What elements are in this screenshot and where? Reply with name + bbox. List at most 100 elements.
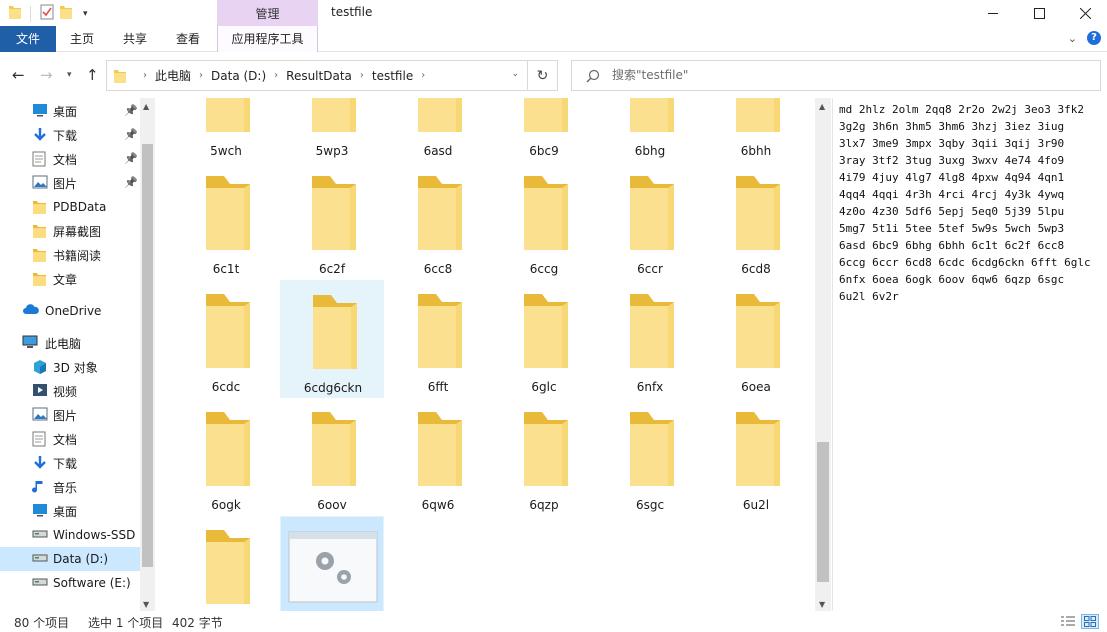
breadcrumb-resultdata[interactable]: ResultData [286, 69, 352, 83]
scrollbar-thumb[interactable] [142, 144, 153, 567]
tab-view[interactable]: 查看 [166, 26, 210, 52]
folder-icon [628, 408, 676, 491]
chevron-right-icon[interactable]: › [360, 70, 364, 81]
folder-icon [204, 526, 252, 609]
folder-item[interactable]: 6qw6 [386, 398, 490, 516]
content-scrollbar[interactable]: ▲ ▼ [815, 98, 831, 611]
folder-item[interactable]: 6c2f [280, 162, 384, 280]
sidebar-item-this-pc-child[interactable]: 音乐 [0, 475, 140, 499]
sidebar-item-this-pc-child[interactable]: Windows-SSD [0, 523, 140, 547]
sidebar-item-this-pc-child[interactable]: 视频 [0, 379, 140, 403]
refresh-button[interactable]: ↻ [528, 60, 558, 91]
folder-icon [113, 68, 127, 87]
forward-button[interactable]: → [40, 66, 53, 84]
tab-app-tools[interactable]: 应用程序工具 [217, 26, 318, 52]
back-button[interactable]: ← [12, 66, 25, 84]
scrollbar-thumb[interactable] [817, 442, 829, 582]
address-history-dropdown[interactable]: ⌄ [511, 69, 519, 79]
tab-home[interactable]: 主页 [60, 26, 104, 52]
scroll-up-icon[interactable]: ▲ [819, 102, 825, 111]
sidebar-item-this-pc-child[interactable]: Software (E:) [0, 571, 140, 595]
help-icon[interactable]: ? [1087, 31, 1101, 45]
folder-item[interactable]: 6glc [492, 280, 596, 398]
close-button[interactable] [1062, 0, 1107, 26]
folder-item[interactable]: 5wch [174, 98, 278, 162]
pin-icon[interactable]: 📌 [124, 152, 138, 165]
sidebar-item-quick-access[interactable]: PDBData [0, 195, 140, 219]
folder-item[interactable]: 6c1t [174, 162, 278, 280]
sidebar-item-this-pc-child[interactable]: 桌面 [0, 499, 140, 523]
nav-item-label: 屏幕截图 [53, 224, 102, 239]
tab-file[interactable]: 文件 [0, 26, 56, 52]
folder-item[interactable]: 6oov [280, 398, 384, 516]
sidebar-item-quick-access[interactable]: 屏幕截图 [0, 219, 140, 243]
folder-item[interactable]: 6oea [704, 280, 808, 398]
folder-item[interactable]: 6ogk [174, 398, 278, 516]
folder-icon [204, 408, 252, 491]
minimize-button[interactable] [970, 0, 1016, 26]
folder-item[interactable]: 6cc8 [386, 162, 490, 280]
folder-item[interactable] [174, 516, 278, 611]
sidebar-item-quick-access[interactable]: 文章 [0, 267, 140, 291]
pin-icon[interactable]: 📌 [124, 176, 138, 189]
scroll-down-icon[interactable]: ▼ [819, 600, 825, 609]
sidebar-item-quick-access[interactable]: 下载 📌 [0, 123, 140, 147]
drive-icon [32, 575, 48, 591]
nav-item-label: PDBData [53, 200, 107, 214]
scroll-up-icon[interactable]: ▲ [143, 102, 149, 111]
folder-item[interactable]: 6bhg [598, 98, 702, 162]
details-view-button[interactable] [1059, 614, 1077, 629]
breadcrumb-data-drive[interactable]: Data (D:) [211, 69, 266, 83]
scroll-down-icon[interactable]: ▼ [143, 600, 149, 609]
pin-icon[interactable]: 📌 [124, 128, 138, 141]
customize-toolbar-icon[interactable]: ▾ [83, 9, 88, 19]
chevron-right-icon[interactable]: › [274, 70, 278, 81]
recent-locations-icon[interactable]: ▾ [67, 70, 72, 80]
sidebar-item-quick-access[interactable]: 桌面 📌 [0, 99, 140, 123]
large-icons-view-button[interactable] [1081, 614, 1099, 629]
sidebar-item-this-pc-child[interactable]: 图片 [0, 403, 140, 427]
sidebar-item-quick-access[interactable]: 书籍阅读 [0, 243, 140, 267]
folder-item[interactable]: 6cdg6ckn [280, 280, 384, 398]
pin-icon[interactable]: 📌 [124, 104, 138, 117]
folder-item[interactable]: 6bhh [704, 98, 808, 162]
sidebar-item-this-pc-child[interactable]: 3D 对象 [0, 355, 140, 379]
folder-item[interactable]: 6fft [386, 280, 490, 398]
search-input[interactable]: 搜索"testfile" [571, 60, 1101, 91]
folder-item[interactable]: 6nfx [598, 280, 702, 398]
sidebar-item-onedrive[interactable]: OneDrive [0, 299, 140, 323]
nav-item-label: Software (E:) [53, 576, 131, 590]
sidebar-item-quick-access[interactable]: 文档 📌 [0, 147, 140, 171]
nav-scrollbar[interactable]: ▲ ▼ [140, 98, 155, 611]
selection-count: 选中 1 个项目 [88, 616, 164, 630]
breadcrumb-this-pc[interactable]: 此电脑 [155, 67, 191, 84]
folder-item[interactable]: 6ccg [492, 162, 596, 280]
chevron-right-icon[interactable]: › [199, 70, 203, 81]
folder-item[interactable]: 6cd8 [704, 162, 808, 280]
tab-share[interactable]: 共享 [113, 26, 157, 52]
sidebar-item-quick-access[interactable]: 图片 📌 [0, 171, 140, 195]
folder-item[interactable]: 6cdc [174, 280, 278, 398]
properties-icon[interactable] [39, 4, 55, 23]
chevron-right-icon[interactable]: › [421, 70, 425, 81]
item-name: 6cc8 [423, 262, 453, 276]
up-button[interactable]: ↑ [86, 66, 99, 84]
sidebar-item-this-pc-child[interactable]: 文档 [0, 427, 140, 451]
folder-item[interactable]: 6qzp [492, 398, 596, 516]
sidebar-item-this-pc-child[interactable]: Data (D:) [0, 547, 140, 571]
maximize-button[interactable] [1016, 0, 1062, 26]
folder-item[interactable]: 6sgc [598, 398, 702, 516]
folder-item[interactable]: 5wp3 [280, 98, 384, 162]
address-bar[interactable]: › 此电脑 › Data (D:) › ResultData › testfil… [106, 60, 528, 91]
sidebar-item-this-pc-child[interactable]: 下载 [0, 451, 140, 475]
expand-ribbon-icon[interactable]: ⌄ [1068, 32, 1077, 45]
status-bar: 80 个项目 选中 1 个项目 402 字节 [0, 611, 1107, 632]
application-file-item[interactable] [280, 516, 384, 611]
folder-item[interactable]: 6ccr [598, 162, 702, 280]
sidebar-item-this-pc[interactable]: 此电脑 [0, 331, 140, 355]
breadcrumb-testfile[interactable]: testfile [372, 69, 413, 83]
folder-item[interactable]: 6bc9 [492, 98, 596, 162]
folder-item[interactable]: 6u2l [704, 398, 808, 516]
folder-item[interactable]: 6asd [386, 98, 490, 162]
new-folder-icon[interactable] [59, 4, 73, 23]
